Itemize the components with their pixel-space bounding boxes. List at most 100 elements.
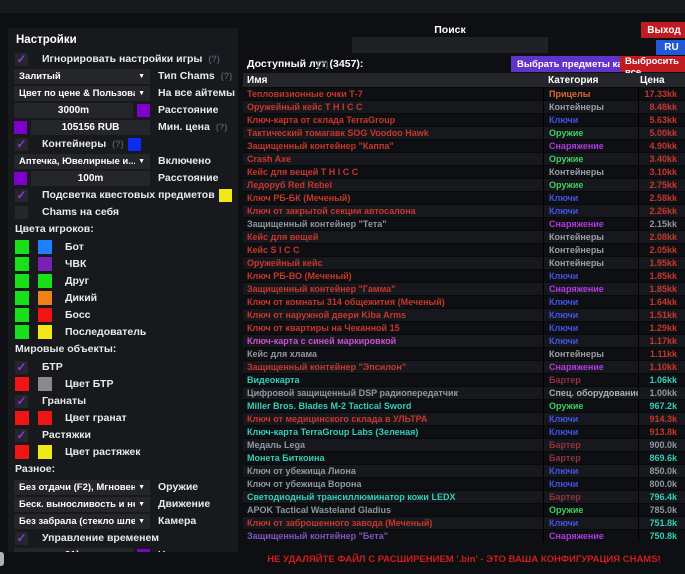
dropdown[interactable]: Без забрала (стекло шлема)▼ xyxy=(14,514,150,529)
table-row[interactable]: Ключ-карта с синей маркировкойКлючи1.17k… xyxy=(243,334,685,347)
color-swatch[interactable] xyxy=(137,104,150,117)
color-swatch[interactable] xyxy=(15,377,29,391)
settings-section-label: Мировые объекты: xyxy=(15,343,232,356)
footer-warning: НЕ УДАЛЯЙТЕ ФАЙЛ С РАСШИРЕНИЕМ '.bin' - … xyxy=(243,554,685,565)
color-swatch[interactable] xyxy=(15,308,29,322)
table-row[interactable]: Защищенный контейнер "Бета"Снаряжение750… xyxy=(243,529,685,542)
table-row[interactable]: Медаль LegaБартер900.0k xyxy=(243,438,685,451)
table-row[interactable]: Ключ от наружной двери Kiba ArmsКлючи1.5… xyxy=(243,308,685,321)
setting-label: Движение xyxy=(158,498,210,510)
color-swatch[interactable] xyxy=(14,121,27,134)
color-swatch[interactable] xyxy=(15,291,29,305)
item-price: 8.48kk xyxy=(638,101,685,113)
dropdown[interactable]: Цвет по цене & Пользователь▼ xyxy=(14,86,150,101)
language-button[interactable]: RU xyxy=(656,40,685,55)
item-category: Контейнеры xyxy=(543,166,638,178)
table-row[interactable]: Ключ от комнаты 314 общежития (Меченый)К… xyxy=(243,295,685,308)
table-row[interactable]: Защищенный контейнер "Тета"Снаряжение2.1… xyxy=(243,217,685,230)
color-swatch[interactable] xyxy=(38,240,52,254)
color-swatch[interactable] xyxy=(38,377,52,391)
color-swatch[interactable] xyxy=(15,274,29,288)
search-input[interactable] xyxy=(352,37,548,53)
value-input[interactable] xyxy=(14,548,133,553)
table-row[interactable]: Ключ от закрытой секции автосалонаКлючи2… xyxy=(243,204,685,217)
table-row[interactable]: Кейс для вещейКонтейнеры2.08kk xyxy=(243,230,685,243)
table-row[interactable]: Светодиодный трансиллюминатор кожи LEDXБ… xyxy=(243,490,685,503)
checkbox[interactable]: ✓ xyxy=(15,189,28,202)
item-name: Miller Bros. Blades M-2 Tactical Sword xyxy=(243,401,543,411)
table-row[interactable]: Монета БиткоинаБартер869.6k xyxy=(243,451,685,464)
checkbox[interactable]: ✓ xyxy=(15,532,28,545)
side-handle[interactable] xyxy=(0,552,4,566)
settings-body: ✓Игнорировать настройки игры(?)Залитый▼Т… xyxy=(14,52,232,552)
item-category: Ключи xyxy=(543,517,638,529)
table-row[interactable]: Оружейный кейс Т Н I С СКонтейнеры8.48kk xyxy=(243,100,685,113)
value-input[interactable] xyxy=(31,120,150,135)
table-row[interactable]: Защищенный контейнер "Гамма"Снаряжение1.… xyxy=(243,282,685,295)
checkbox[interactable]: ✓ xyxy=(15,429,28,442)
table-row[interactable]: Ключ РБ-ВО (Меченый)Ключи1.85kk xyxy=(243,269,685,282)
table-row[interactable]: Ключ-карта TerraGroup Labs (Зеленая)Ключ… xyxy=(243,425,685,438)
checkbox[interactable]: ✓ xyxy=(15,361,28,374)
table-row[interactable]: Защищенный контейнер "Эпсилон"Снаряжение… xyxy=(243,360,685,373)
color-swatch[interactable] xyxy=(219,189,232,202)
color-swatch[interactable] xyxy=(14,172,27,185)
checkbox[interactable]: ✓ xyxy=(15,138,28,151)
table-row[interactable]: APOK Tactical Wasteland GladiusОружие785… xyxy=(243,503,685,516)
drop-all-button[interactable]: Выбросить все xyxy=(620,56,685,72)
color-swatch[interactable] xyxy=(38,308,52,322)
setting-row-dropdown: Без забрала (стекло шлема)▼Камера xyxy=(14,514,232,528)
setting-row-input: Мин. цена(?) xyxy=(14,120,232,134)
table-row[interactable]: Ледоруб Red RebelОружие2.75kk xyxy=(243,178,685,191)
dropdown[interactable]: Залитый▼ xyxy=(14,69,150,84)
table-row[interactable]: Защищенный контейнер "Каппа"Снаряжение4.… xyxy=(243,139,685,152)
table-row[interactable]: Miller Bros. Blades M-2 Tactical SwordОр… xyxy=(243,399,685,412)
color-swatch[interactable] xyxy=(15,325,29,339)
table-row[interactable]: Ключ от убежища ВоронаКлючи800.0k xyxy=(243,477,685,490)
checkbox[interactable]: ✓ xyxy=(15,53,28,66)
item-name: Защищенный контейнер "Бета" xyxy=(243,531,543,541)
check-icon: ✓ xyxy=(16,532,26,544)
color-swatch[interactable] xyxy=(38,291,52,305)
table-row[interactable]: Ключ от убежища ЛионаКлючи850.0k xyxy=(243,464,685,477)
item-name: Монета Биткоина xyxy=(243,453,543,463)
color-swatch[interactable] xyxy=(137,549,150,553)
table-row[interactable]: Ключ-карта от склада TerraGroupКлючи5.63… xyxy=(243,113,685,126)
table-row[interactable]: Оружейный кейсКонтейнеры1.95kk xyxy=(243,256,685,269)
value-input[interactable] xyxy=(14,103,133,118)
table-row[interactable]: Crash AxeОружие3.40kk xyxy=(243,152,685,165)
table-row[interactable]: Цифровой защищенный DSP радиопередатчикС… xyxy=(243,386,685,399)
dropdown[interactable]: Беск. выносливость и нет уста▼ xyxy=(14,497,150,512)
color-swatch[interactable] xyxy=(38,325,52,339)
table-row[interactable]: Ключ от заброшенного завода (Меченый)Клю… xyxy=(243,516,685,529)
table-row[interactable]: Тактический томагавк SOG Voodoo HawkОруж… xyxy=(243,126,685,139)
item-name: APOK Tactical Wasteland Gladius xyxy=(243,505,543,515)
item-price: 750.8k xyxy=(638,530,685,542)
table-row[interactable]: Ключ от квартиры на Чеканной 15Ключи1.29… xyxy=(243,321,685,334)
setting-label: Цвет гранат xyxy=(65,412,127,424)
color-swatch[interactable] xyxy=(38,257,52,271)
item-name: Crash Axe xyxy=(243,154,543,164)
table-row[interactable]: Кейс для вещей Т Н I С СКонтейнеры3.10kk xyxy=(243,165,685,178)
table-row[interactable]: Тепловизионные очки Т-7Прицелы17.33kk xyxy=(243,87,685,100)
table-row[interactable]: Ключ РБ-БК (Меченый)Ключи2.58kk xyxy=(243,191,685,204)
color-swatch[interactable] xyxy=(38,274,52,288)
color-swatch[interactable] xyxy=(128,138,141,151)
table-row[interactable]: Кейс для хламаКонтейнеры1.11kk xyxy=(243,347,685,360)
value-input[interactable] xyxy=(31,171,150,186)
item-name: Медаль Lega xyxy=(243,440,543,450)
checkbox[interactable]: ✓ xyxy=(15,395,28,408)
dropdown[interactable]: Аптечка, Ювелирные и...▼ xyxy=(14,154,150,169)
table-row[interactable]: Кейс S I C CКонтейнеры2.05kk xyxy=(243,243,685,256)
checkbox[interactable] xyxy=(15,206,28,219)
dropdown[interactable]: Без отдачи (F2), Мгновенное п▼ xyxy=(14,480,150,495)
color-swatch[interactable] xyxy=(38,411,52,425)
color-swatch[interactable] xyxy=(15,240,29,254)
color-swatch[interactable] xyxy=(15,411,29,425)
exit-button[interactable]: Выход xyxy=(641,22,685,38)
table-row[interactable]: ВидеокартаБартер1.06kk xyxy=(243,373,685,386)
table-row[interactable]: Ключ от медицинского склада в УЛЬТРАКлюч… xyxy=(243,412,685,425)
color-swatch[interactable] xyxy=(15,445,29,459)
color-swatch[interactable] xyxy=(15,257,29,271)
color-swatch[interactable] xyxy=(38,445,52,459)
